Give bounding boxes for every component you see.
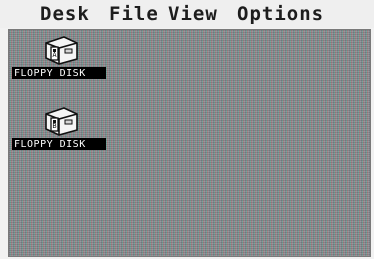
floppy-drive-icon: A: [45, 36, 78, 65]
desktop-area: A FLOPPY DISK B FLOPPY DISK: [8, 29, 371, 257]
svg-text:B: B: [52, 122, 56, 130]
menu-file[interactable]: File: [109, 4, 159, 24]
floppy-disk-b-icon[interactable]: B FLOPPY DISK: [12, 104, 106, 156]
menu-desk[interactable]: Desk: [40, 4, 90, 24]
floppy-disk-a-icon[interactable]: A FLOPPY DISK: [12, 33, 106, 85]
menu-bar: Desk File View Options: [0, 0, 374, 28]
disk-a-label: FLOPPY DISK: [12, 67, 106, 79]
floppy-drive-icon: B: [45, 107, 78, 136]
menu-view[interactable]: View: [168, 4, 218, 24]
disk-b-label: FLOPPY DISK: [12, 138, 106, 150]
desktop-screen: Desk File View Options A FLOPPY DISK B F…: [0, 0, 374, 259]
menu-options[interactable]: Options: [237, 4, 324, 24]
